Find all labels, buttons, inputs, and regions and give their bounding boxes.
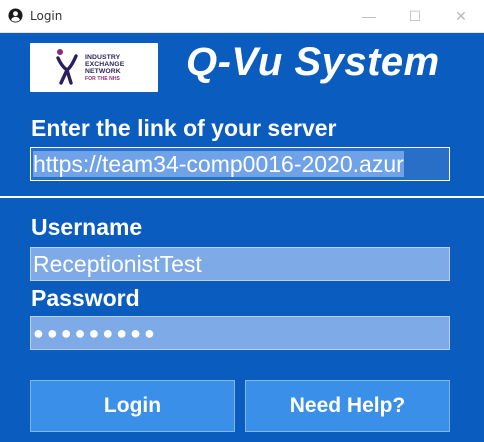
- user-account-icon: [8, 8, 23, 23]
- logo-line: NETWORK: [85, 68, 121, 76]
- organization-logo: INDUSTRY EXCHANGE NETWORK FOR THE NHS: [30, 43, 158, 92]
- server-url-input[interactable]: https://team34-comp0016-2020.azur: [30, 147, 450, 181]
- logo-line: INDUSTRY: [85, 54, 121, 61]
- person-icon: [56, 49, 78, 85]
- username-input[interactable]: ReceptionistTest: [30, 247, 450, 281]
- close-button[interactable]: ✕: [438, 0, 484, 32]
- logo-text: INDUSTRY EXCHANGE NETWORK FOR THE NHS: [85, 54, 124, 83]
- logo-line: EXCHANGE: [85, 61, 125, 69]
- maximize-button[interactable]: ☐: [392, 0, 438, 32]
- help-button[interactable]: Need Help?: [245, 380, 450, 432]
- window-title: Login: [30, 9, 63, 23]
- login-button[interactable]: Login: [30, 380, 235, 432]
- title-bar: Login — ☐ ✕: [0, 0, 484, 33]
- password-input[interactable]: ●●●●●●●●●: [30, 316, 450, 350]
- logo-tagline: FOR THE NHS: [85, 75, 120, 82]
- server-label: Enter the link of your server: [31, 115, 337, 141]
- server-url-value: https://team34-comp0016-2020.azur: [33, 151, 404, 177]
- minimize-button[interactable]: —: [346, 0, 392, 32]
- divider: [0, 196, 484, 198]
- password-label: Password: [31, 285, 140, 311]
- username-label: Username: [31, 214, 143, 240]
- app-title: Q-Vu System: [186, 40, 440, 84]
